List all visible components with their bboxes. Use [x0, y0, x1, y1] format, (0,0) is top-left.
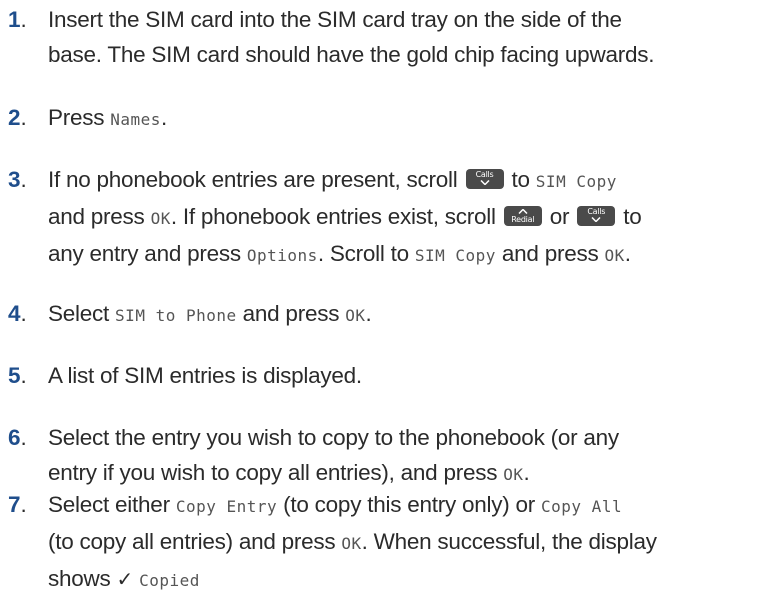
step-text: Select either Copy Entry (to copy this e…	[48, 492, 657, 591]
calls-key-icon: Calls	[577, 206, 616, 226]
redial-key-icon: Redial	[503, 206, 542, 226]
step-text: Press Names.	[48, 105, 167, 130]
step-text: Select the entry you wish to copy to the…	[48, 425, 619, 485]
checkmark-icon: ✓	[116, 567, 134, 591]
step-number: 2.	[8, 105, 27, 130]
step-text: A list of SIM entries is displayed.	[48, 363, 362, 388]
calls-key-icon: Calls	[465, 169, 504, 189]
step-text: Insert the SIM card into the SIM card tr…	[48, 7, 655, 67]
step-number: 5.	[8, 363, 27, 388]
step-number: 3.	[8, 167, 27, 192]
instruction-steps: 1. Insert the SIM card into the SIM card…	[0, 0, 773, 594]
step-number: 7.	[8, 492, 27, 517]
step-text: Select SIM to Phone and press OK.	[48, 301, 372, 326]
step-number: 1.	[8, 7, 27, 32]
step-number: 6.	[8, 425, 27, 450]
step-text: If no phonebook entries are present, scr…	[48, 167, 642, 266]
step-number: 4.	[8, 301, 27, 326]
display-text-names: Names	[110, 110, 161, 129]
